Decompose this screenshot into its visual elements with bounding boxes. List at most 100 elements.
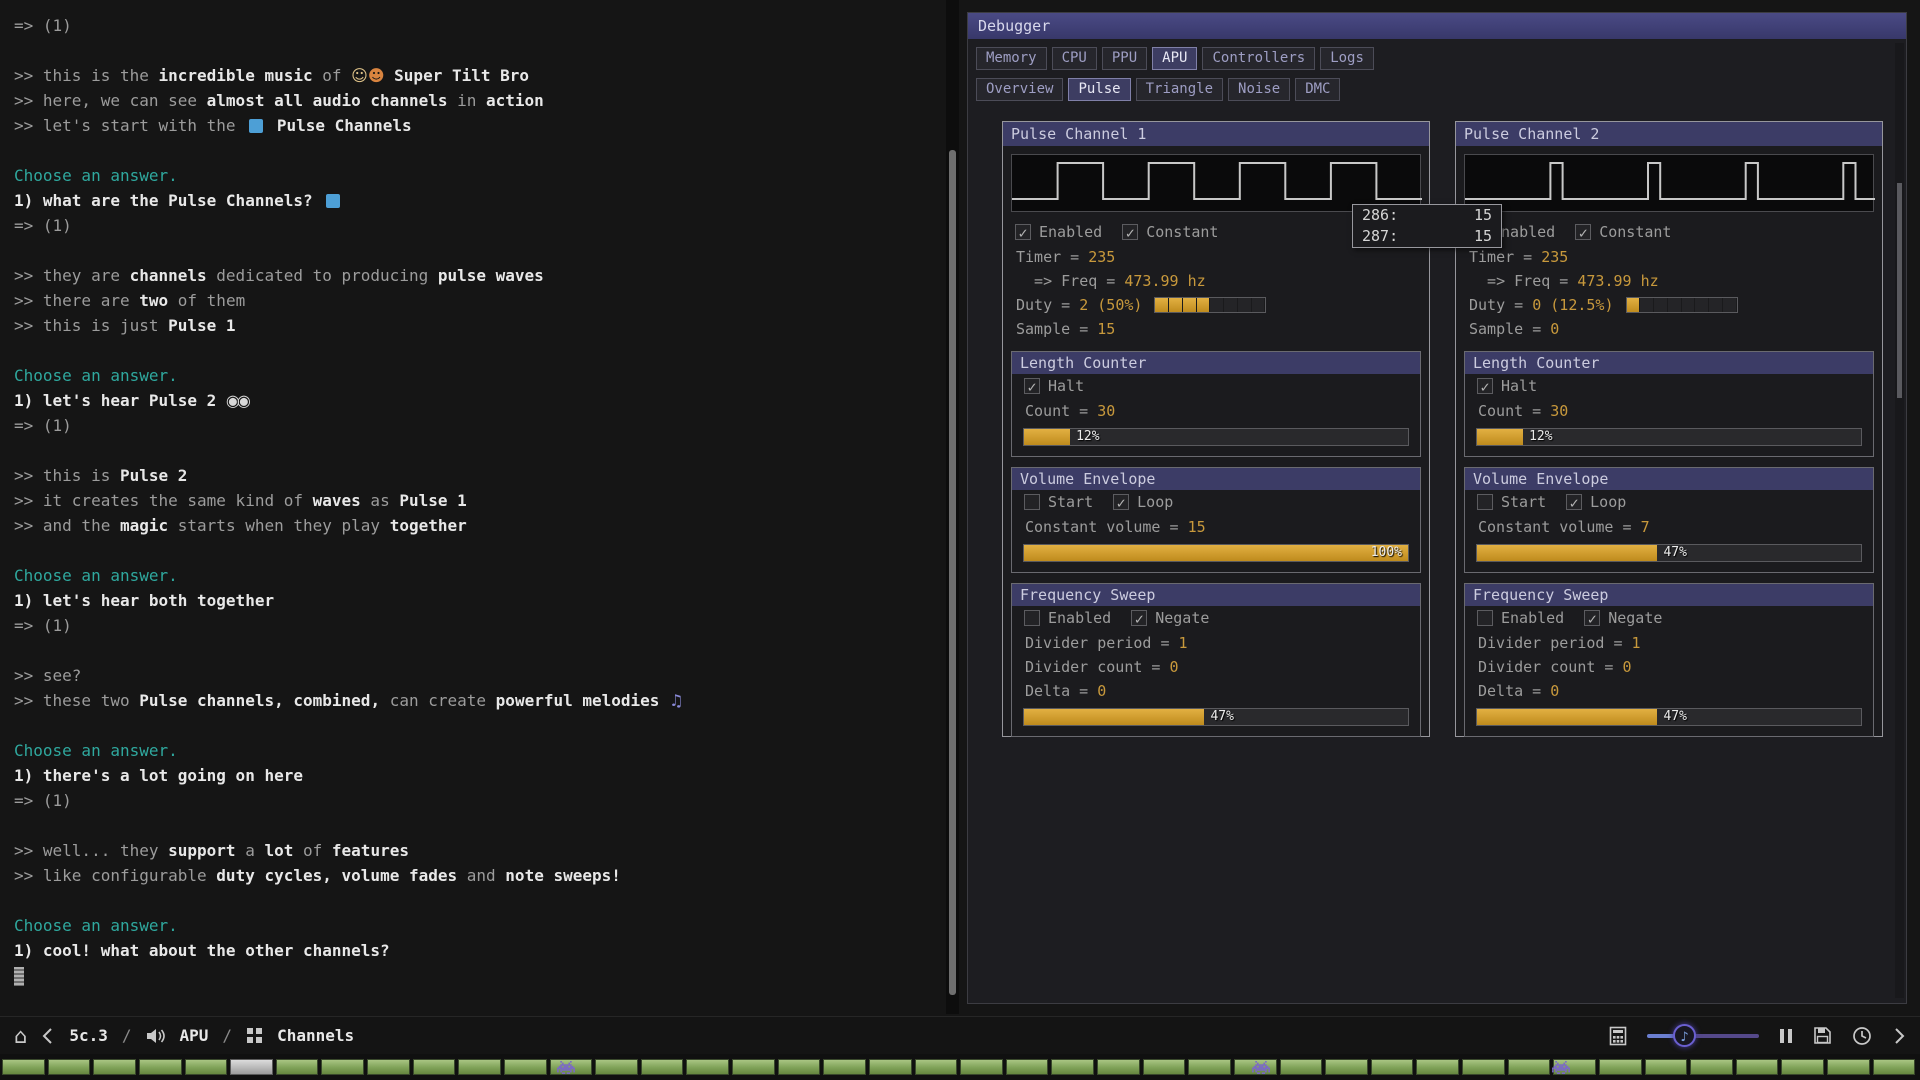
subtab-pulse[interactable]: Pulse — [1068, 78, 1130, 101]
timeline-segment[interactable] — [915, 1059, 958, 1075]
timeline-segment[interactable] — [2, 1059, 45, 1075]
checkbox-negate[interactable]: ✓ — [1584, 610, 1600, 626]
timeline-segment[interactable] — [93, 1059, 136, 1075]
keypad-icon[interactable] — [1609, 1026, 1627, 1046]
save-button[interactable] — [1813, 1026, 1832, 1045]
checkbox-loop[interactable]: ✓ — [1566, 494, 1582, 510]
timeline-segment[interactable] — [1827, 1059, 1870, 1075]
timeline-segment[interactable] — [1462, 1059, 1505, 1075]
timeline-segment[interactable] — [732, 1059, 775, 1075]
tab-apu[interactable]: APU — [1152, 47, 1197, 70]
invader-marker-icon[interactable] — [1552, 1059, 1570, 1072]
invader-marker-icon[interactable] — [1252, 1059, 1270, 1072]
timeline-segment[interactable] — [641, 1059, 684, 1075]
debugger-scrollbar[interactable] — [1895, 43, 1904, 998]
slider-track[interactable] — [1647, 1034, 1759, 1038]
timeline-segment[interactable] — [1371, 1059, 1414, 1075]
timeline-segment[interactable] — [1781, 1059, 1824, 1075]
grid-icon — [246, 1027, 263, 1044]
timeline-segment[interactable] — [367, 1059, 410, 1075]
timeline-segment[interactable] — [458, 1059, 501, 1075]
stat-value: 0 — [1170, 655, 1179, 679]
terminal-text: 1) what are the Pulse Channels? — [14, 191, 322, 210]
subtab-triangle[interactable]: Triangle — [1136, 78, 1223, 101]
stat-value: 1 — [1179, 631, 1188, 655]
checkbox-halt[interactable]: ✓ — [1024, 378, 1040, 394]
duty-cell — [1668, 298, 1682, 312]
timeline-segment[interactable] — [1280, 1059, 1323, 1075]
timeline-segment[interactable] — [1051, 1059, 1094, 1075]
timeline-segment[interactable] — [1097, 1059, 1140, 1075]
stat-line: => Freq = 473.99 hz — [1003, 269, 1429, 293]
progress-fill — [1024, 709, 1204, 725]
timeline-segment[interactable] — [413, 1059, 456, 1075]
checkbox-start[interactable] — [1477, 494, 1493, 510]
debugger-secondary-tabs: OverviewPulse TriangleNoiseDMC — [968, 70, 1906, 101]
checkbox-negate[interactable]: ✓ — [1131, 610, 1147, 626]
slider-knob[interactable]: ♪ — [1673, 1024, 1696, 1047]
timeline-segment[interactable] — [48, 1059, 91, 1075]
debugger-scrollbar-thumb[interactable] — [1897, 183, 1902, 398]
timeline-segment[interactable] — [185, 1059, 228, 1075]
breadcrumb-group[interactable]: APU — [180, 1026, 209, 1045]
timeline-segment[interactable] — [1645, 1059, 1688, 1075]
timeline-segment[interactable] — [778, 1059, 821, 1075]
subtab-overview[interactable]: Overview — [976, 78, 1063, 101]
checkbox-enabled[interactable] — [1477, 610, 1493, 626]
timeline-segment[interactable] — [686, 1059, 729, 1075]
pause-button[interactable] — [1779, 1027, 1793, 1045]
timeline-segment[interactable] — [1416, 1059, 1459, 1075]
history-clock-button[interactable] — [1852, 1026, 1872, 1046]
timeline-bar[interactable] — [0, 1054, 1920, 1080]
breadcrumb-section[interactable]: 5c.3 — [69, 1026, 108, 1045]
subtab-dmc[interactable]: DMC — [1295, 78, 1340, 101]
tab-logs[interactable]: Logs — [1320, 47, 1374, 70]
terminal-text: and — [457, 866, 505, 885]
timeline-segment[interactable] — [139, 1059, 182, 1075]
forward-chevron-icon[interactable] — [1892, 1026, 1906, 1046]
checkbox-constant[interactable]: ✓ — [1122, 224, 1138, 240]
stat-label: Duty = — [1016, 293, 1079, 317]
timeline-segment[interactable] — [1143, 1059, 1186, 1075]
timeline-segment[interactable] — [1736, 1059, 1779, 1075]
timeline-segment[interactable] — [1690, 1059, 1733, 1075]
timeline-segment[interactable] — [321, 1059, 364, 1075]
checkbox-enabled[interactable]: ✓ — [1015, 224, 1031, 240]
home-icon[interactable]: ⌂ — [14, 1025, 27, 1047]
terminal-text: lot — [264, 841, 293, 860]
checkbox-loop[interactable]: ✓ — [1113, 494, 1129, 510]
checkbox-halt[interactable]: ✓ — [1477, 378, 1493, 394]
tab-cpu[interactable]: CPU — [1052, 47, 1097, 70]
terminal-text: as — [361, 491, 400, 510]
breadcrumb-page[interactable]: Channels — [277, 1026, 354, 1045]
terminal-line: 1) there's a lot going on here — [14, 763, 940, 788]
timeline-segment[interactable] — [869, 1059, 912, 1075]
volume-envelope-section: Volume EnvelopeStart✓LoopConstant volume… — [1464, 467, 1874, 573]
back-chevron-icon[interactable] — [41, 1026, 55, 1046]
duty-cell — [1155, 298, 1169, 312]
terminal-scrollbar[interactable] — [946, 0, 959, 1014]
timeline-segment[interactable] — [276, 1059, 319, 1075]
timeline-segment[interactable] — [823, 1059, 866, 1075]
timeline-segment[interactable] — [230, 1059, 273, 1075]
tab-memory[interactable]: Memory — [976, 47, 1047, 70]
timeline-segment[interactable] — [1188, 1059, 1231, 1075]
music-slider[interactable]: ♪ — [1647, 1024, 1759, 1048]
timeline-segment[interactable] — [595, 1059, 638, 1075]
timeline-segment[interactable] — [1599, 1059, 1642, 1075]
timeline-segment[interactable] — [1873, 1059, 1916, 1075]
checkbox-enabled[interactable] — [1024, 610, 1040, 626]
scrollbar-thumb[interactable] — [949, 150, 956, 995]
timeline-segment[interactable] — [504, 1059, 547, 1075]
subtab-noise[interactable]: Noise — [1228, 78, 1290, 101]
invader-marker-icon[interactable] — [557, 1059, 575, 1072]
timeline-segment[interactable] — [960, 1059, 1003, 1075]
timeline-segment[interactable] — [1006, 1059, 1049, 1075]
tab-controllers[interactable]: Controllers — [1202, 47, 1315, 70]
checkbox-start[interactable] — [1024, 494, 1040, 510]
timeline-segment[interactable] — [1325, 1059, 1368, 1075]
tab-ppu[interactable]: PPU — [1102, 47, 1147, 70]
checkbox-constant[interactable]: ✓ — [1575, 224, 1591, 240]
terminal-cursor[interactable] — [14, 967, 24, 986]
timeline-segment[interactable] — [1508, 1059, 1551, 1075]
